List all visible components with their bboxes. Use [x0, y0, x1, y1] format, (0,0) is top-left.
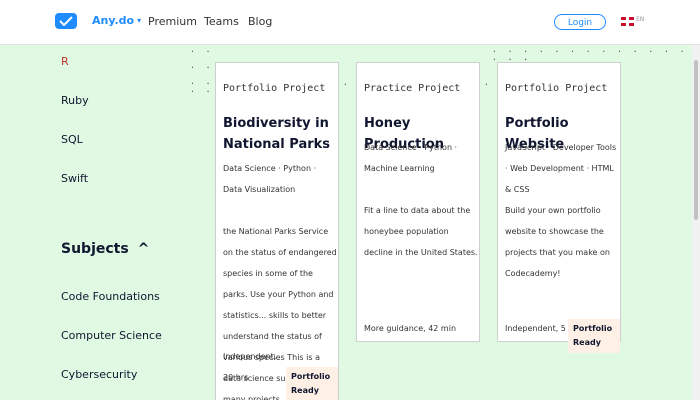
card-title: Biodiversity in National Parks	[223, 116, 331, 152]
card-tags: Data Science · Python · Data Visualizati…	[223, 164, 317, 194]
card-tags: Data Science · Python · Machine Learning	[364, 143, 458, 173]
sidebar-item-cybersecurity[interactable]: Cybersecurity	[61, 368, 137, 381]
anydo-logo[interactable]	[55, 13, 77, 29]
card-description: Fit a line to data about the honeybee po…	[364, 206, 478, 257]
project-card[interactable]: Portfolio Project Biodiversity in Nation…	[215, 62, 339, 400]
check-icon	[59, 16, 73, 26]
card-type: Portfolio Project	[505, 83, 608, 94]
language-code[interactable]: EN	[636, 16, 644, 23]
brand-label: Any.do	[92, 14, 135, 27]
login-button[interactable]: Login	[554, 14, 606, 30]
card-meta: Independent, 20 hrs	[223, 352, 277, 382]
card-meta: More guidance, 42 min	[364, 324, 457, 333]
sidebar-item-r[interactable]: R	[61, 55, 69, 68]
project-card[interactable]: Portfolio Project Portfolio Website Java…	[497, 62, 621, 353]
card-tags: JavaScript · Developer Tools · Web Devel…	[505, 143, 617, 194]
main-content: R Ruby SQL Swift Subjects ^ Code Foundat…	[0, 45, 692, 400]
subjects-heading: Subjects	[61, 241, 129, 257]
card-type: Practice Project	[364, 83, 461, 94]
card-description: Build your own portfolio website to show…	[505, 206, 610, 278]
top-nav: Any.do ▾ Premium Teams Blog Login EN	[0, 0, 700, 45]
chevron-up-icon: ^	[137, 241, 150, 257]
portfolio-ready-badge: Portfolio Ready	[286, 367, 338, 400]
portfolio-ready-badge: Portfolio Ready	[568, 319, 620, 353]
brand-menu[interactable]: Any.do ▾	[92, 14, 141, 27]
nav-link-teams[interactable]: Teams	[204, 15, 239, 28]
sidebar-item-ruby[interactable]: Ruby	[61, 94, 89, 107]
flag-icon[interactable]	[621, 17, 634, 26]
sidebar-item-computer-science[interactable]: Computer Science	[61, 329, 162, 342]
decorative-dots: · · · · · · · ·	[190, 47, 214, 96]
scrollbar-thumb[interactable]	[694, 60, 698, 220]
nav-link-premium[interactable]: Premium	[148, 15, 197, 28]
sidebar-item-swift[interactable]: Swift	[61, 172, 88, 185]
card-type: Portfolio Project	[223, 83, 326, 94]
chevron-down-icon: ▾	[137, 16, 142, 25]
nav-link-blog[interactable]: Blog	[248, 15, 272, 28]
subjects-toggle[interactable]: Subjects ^	[61, 241, 149, 257]
project-card[interactable]: Practice Project Honey Production Data S…	[356, 62, 480, 342]
sidebar-item-code-foundations[interactable]: Code Foundations	[61, 290, 160, 303]
sidebar-item-sql[interactable]: SQL	[61, 133, 83, 146]
